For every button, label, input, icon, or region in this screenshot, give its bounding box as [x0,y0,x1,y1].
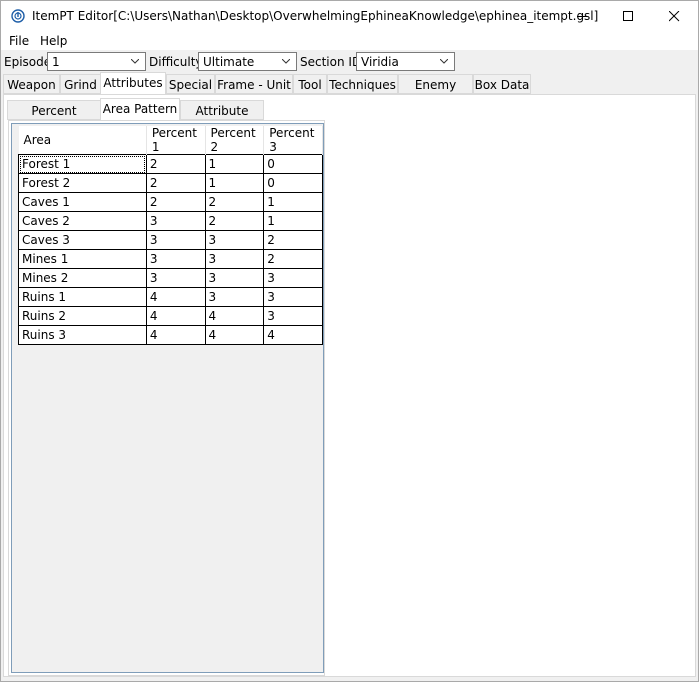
tab-techniques[interactable]: Techniques [327,74,398,94]
column-header-area[interactable]: Area [18,126,147,155]
difficulty-select[interactable]: Ultimate [198,52,297,71]
episode-label: Episode [4,55,52,69]
minimize-icon [577,16,587,17]
tab-grind[interactable]: Grind [60,74,101,94]
tab-percent-pattern[interactable]: Percent Pattern [7,100,101,132]
table-cell[interactable]: 4 [204,325,265,345]
table-cell[interactable]: 3 [204,268,265,288]
episode-select[interactable]: 1 [47,52,146,71]
table-cell[interactable]: 4 [263,325,323,345]
menu-help[interactable]: Help [40,34,67,48]
table-row: Caves 2321 [18,211,323,231]
table-cell[interactable]: 0 [263,154,323,174]
close-button[interactable] [652,1,698,32]
table-cell[interactable]: 3 [145,230,206,250]
table-cell[interactable]: 3 [204,230,265,250]
tab-attributes[interactable]: Attributes [100,72,166,95]
table-row: Caves 1221 [18,192,323,212]
column-header-percent-3[interactable]: Percent 3 [263,126,323,155]
window-title: ItemPT Editor[C:\Users\Nathan\Desktop\Ov… [32,9,599,23]
table-cell[interactable]: 2 [145,192,206,212]
table-cell[interactable]: Ruins 2 [18,306,147,326]
chevron-down-icon [440,59,448,64]
table-body: Forest 1210 Forest 2210 Caves 1221 Caves… [18,154,323,345]
tab-enemy-data[interactable]: Enemy Data [398,74,473,106]
table-cell[interactable]: 3 [263,268,323,288]
table-cell[interactable]: 4 [204,306,265,326]
attributes-panel: Percent Pattern Area Pattern Attribute R… [3,94,696,677]
column-header-percent-1[interactable]: Percent 1 [146,126,206,155]
table-cell[interactable]: 1 [204,173,265,193]
tab-attribute-rate[interactable]: Attribute Rate [180,100,264,132]
table-cell[interactable]: 1 [263,211,323,231]
table-cell[interactable]: Ruins 1 [18,287,147,307]
tab-box-data[interactable]: Box Data [473,74,531,94]
table-cell[interactable]: Mines 2 [18,268,147,288]
table-cell[interactable]: Ruins 3 [18,325,147,345]
table-row: Forest 1210 [18,154,323,174]
tab-frame-unit[interactable]: Frame - Unit [215,74,293,94]
menu-file[interactable]: File [9,34,29,48]
tab-tool[interactable]: Tool [293,74,327,94]
menu-bar: File Help [1,32,698,50]
table-cell[interactable]: 3 [263,287,323,307]
episode-value: 1 [52,55,60,69]
table-cell[interactable]: Caves 1 [18,192,147,212]
close-icon [669,11,680,22]
app-window: ItemPT Editor[C:\Users\Nathan\Desktop\Ov… [0,0,699,682]
table-row: Ruins 2443 [18,306,323,326]
tab-weapon[interactable]: Weapon [3,74,60,94]
table-cell[interactable]: 3 [145,211,206,231]
table-cell[interactable]: Caves 2 [18,211,147,231]
tab-area-pattern[interactable]: Area Pattern [100,98,180,121]
difficulty-label: Difficulty [149,55,203,69]
column-header-percent-2[interactable]: Percent 2 [205,126,265,155]
table-cell[interactable]: 2 [263,249,323,269]
difficulty-value: Ultimate [203,55,255,69]
table-cell[interactable]: 3 [204,249,265,269]
area-pattern-table: Area Percent 1 Percent 2 Percent 3 Fores… [18,126,323,345]
table-row: Caves 3332 [18,230,323,250]
table-cell[interactable]: 3 [204,287,265,307]
table-cell[interactable]: 2 [204,211,265,231]
tab-special[interactable]: Special [166,74,215,94]
table-cell[interactable]: 0 [263,173,323,193]
table-cell[interactable]: 2 [145,154,206,174]
table-cell[interactable]: 4 [145,306,206,326]
table-cell[interactable]: 3 [145,268,206,288]
area-pattern-grid[interactable]: Area Percent 1 Percent 2 Percent 3 Fores… [11,123,324,673]
maximize-button[interactable] [606,1,652,32]
table-cell[interactable]: 2 [145,173,206,193]
table-cell[interactable]: 2 [263,230,323,250]
area-pattern-panel: Area Percent 1 Percent 2 Percent 3 Fores… [8,120,325,676]
chevron-down-icon [131,59,139,64]
table-cell[interactable]: 3 [145,249,206,269]
app-icon [11,9,25,23]
maximize-icon [623,11,633,21]
table-row: Mines 1332 [18,249,323,269]
section-id-select[interactable]: Viridia [356,52,455,71]
filter-bar: Episode 1 Difficulty Ultimate Section ID… [1,50,698,74]
title-bar[interactable]: ItemPT Editor[C:\Users\Nathan\Desktop\Ov… [1,1,698,32]
table-cell[interactable]: Forest 2 [18,173,147,193]
table-cell[interactable]: 4 [145,287,206,307]
table-cell[interactable]: 2 [204,192,265,212]
table-row: Ruins 1433 [18,287,323,307]
table-row: Ruins 3444 [18,325,323,345]
table-cell[interactable]: 3 [263,306,323,326]
table-cell[interactable]: Forest 1 [18,154,147,174]
table-cell[interactable]: 1 [263,192,323,212]
section-id-value: Viridia [361,55,399,69]
section-id-label: Section ID [300,55,362,69]
table-cell[interactable]: 1 [204,154,265,174]
table-cell[interactable]: Caves 3 [18,230,147,250]
table-cell[interactable]: Mines 1 [18,249,147,269]
table-row: Mines 2333 [18,268,323,288]
table-header-row: Area Percent 1 Percent 2 Percent 3 [18,126,323,155]
minimize-button[interactable] [560,1,606,32]
chevron-down-icon [282,59,290,64]
table-cell[interactable]: 4 [145,325,206,345]
table-row: Forest 2210 [18,173,323,193]
